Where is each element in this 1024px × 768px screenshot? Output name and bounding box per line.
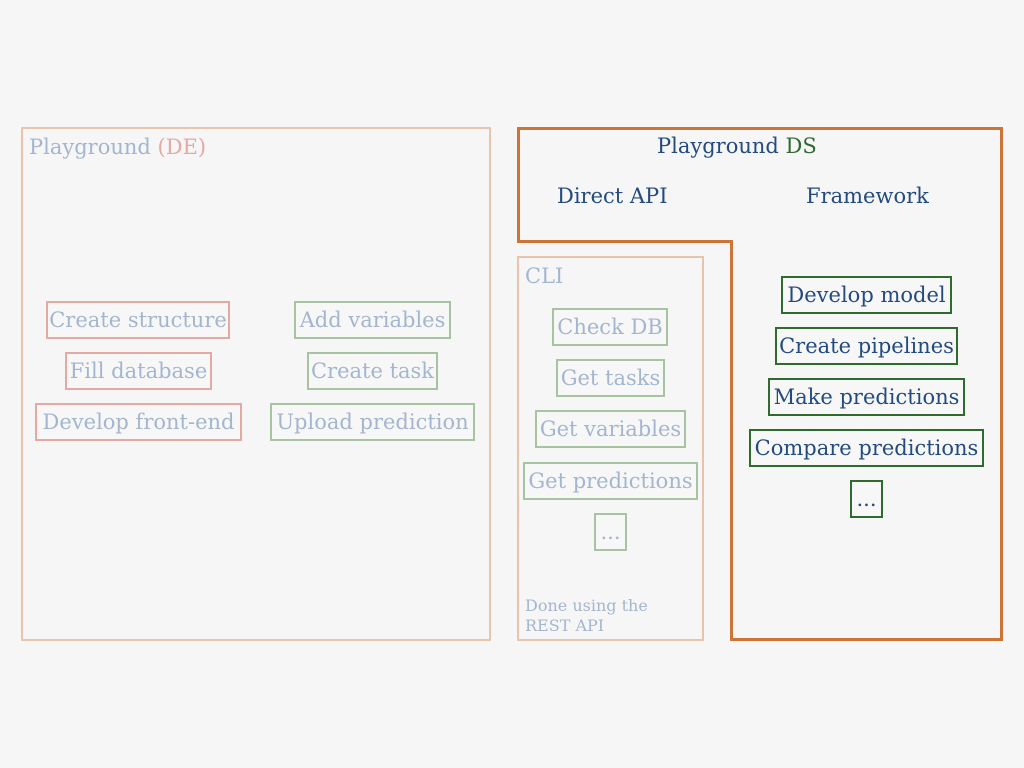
- framework-item-develop-model: Develop model: [781, 276, 952, 314]
- cli-footnote: Done using the REST API: [525, 596, 648, 636]
- ds-border-top: [517, 127, 1003, 130]
- de-item-develop-front-end: Develop front-end: [35, 403, 242, 441]
- de-item-upload-prediction: Upload prediction: [270, 403, 475, 441]
- playground-ds-title: Playground DS: [657, 134, 817, 158]
- de-item-create-task: Create task: [307, 352, 438, 390]
- framework-label: Framework: [806, 184, 929, 208]
- cli-item-get-tasks: Get tasks: [556, 359, 665, 397]
- ds-border-left-upper: [517, 127, 520, 243]
- cli-footnote-line2: REST API: [525, 616, 605, 635]
- cli-item-get-predictions: Get predictions: [523, 462, 698, 500]
- playground-ds-title-main: Playground: [657, 134, 779, 158]
- ds-border-step: [517, 240, 733, 243]
- cli-title: CLI: [525, 264, 564, 288]
- ds-border-bottom: [730, 638, 1003, 641]
- de-item-create-structure: Create structure: [46, 301, 230, 339]
- framework-item-more: ...: [850, 480, 883, 518]
- de-item-add-variables: Add variables: [294, 301, 451, 339]
- cli-item-check-db: Check DB: [552, 308, 668, 346]
- framework-item-create-pipelines: Create pipelines: [775, 327, 958, 365]
- playground-de-title-tag: (DE): [157, 135, 207, 159]
- playground-de-title-main: Playground: [29, 135, 151, 159]
- de-item-fill-database: Fill database: [65, 352, 212, 390]
- cli-footnote-line1: Done using the: [525, 596, 648, 615]
- ds-border-left-lower: [730, 240, 733, 641]
- framework-item-compare-predictions: Compare predictions: [749, 429, 984, 467]
- cli-item-more: ...: [594, 513, 627, 551]
- direct-api-label: Direct API: [557, 184, 668, 208]
- ds-border-right: [1000, 127, 1003, 641]
- framework-item-make-predictions: Make predictions: [768, 378, 965, 416]
- playground-ds-title-tag: DS: [785, 134, 817, 158]
- playground-de-title: Playground (DE): [29, 135, 206, 159]
- cli-item-get-variables: Get variables: [535, 410, 686, 448]
